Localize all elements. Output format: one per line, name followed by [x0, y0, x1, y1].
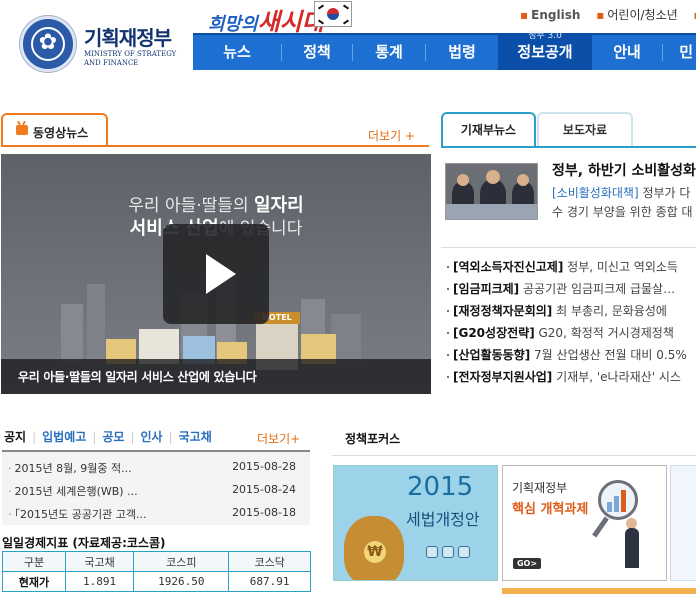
tab-legislation[interactable]: 입법예고: [42, 430, 86, 444]
tab-treasury-bonds[interactable]: 국고채: [179, 430, 212, 444]
table-row: 현재가 1.891 1926.50 687.91: [2, 571, 311, 592]
korea-flag-icon: [314, 1, 352, 27]
list-item[interactable]: [G20성장전략] G20, 확정적 거시경제정책: [447, 322, 696, 344]
nav-law[interactable]: 법령: [426, 35, 498, 70]
nav-civil[interactable]: 민: [663, 35, 693, 70]
list-item[interactable]: [산업활동동향] 7월 산업생산 전월 대비 0.5%: [447, 344, 696, 366]
nav-statistics[interactable]: 통계: [353, 35, 425, 70]
won-coin-icon: ₩: [364, 541, 386, 563]
table-header: 코스피: [133, 551, 230, 572]
tab-personnel[interactable]: 인사: [141, 430, 163, 444]
table-header: 국고채: [64, 551, 135, 572]
logo-english-name: MINISTRY OF STRATEGY AND FINANCE: [84, 50, 177, 67]
nav-news[interactable]: 뉴스: [193, 35, 281, 70]
tv-icon: [16, 125, 28, 135]
ministry-emblem-icon: ✿: [20, 16, 76, 72]
list-item[interactable]: [전자정부지원사업] 기재부, 'e나라재산' 시스: [447, 366, 696, 388]
top-news-title[interactable]: 정부, 하반기 소비활성화: [552, 160, 696, 180]
government-slogan: 희망의새시대: [208, 7, 324, 36]
list-item[interactable]: 「2015년도 공공기관 고객...2015-08-18: [8, 506, 304, 526]
ministry-logo[interactable]: ✿ 기획재정부 MINISTRY OF STRATEGY AND FINANCE: [20, 16, 190, 76]
tab-notice[interactable]: 공지: [4, 430, 26, 444]
english-link[interactable]: English: [531, 8, 580, 22]
gov30-label: 정부 3.0: [528, 31, 562, 41]
list-item[interactable]: 2015년 8월, 9월중 적...2015-08-28: [8, 460, 304, 480]
top-news-summary[interactable]: [소비활성화대책] 정부가 다 수 경기 부양을 위한 종합 대: [552, 184, 696, 222]
economic-index-title: 일일경제지표 (자료제공:코스콤): [2, 536, 166, 550]
nav-guide[interactable]: 안내: [592, 35, 662, 70]
tab-ministry-news[interactable]: 기재부뉴스: [441, 112, 536, 148]
kids-link[interactable]: 어린이/청소년: [607, 8, 677, 22]
list-item[interactable]: [역외소득자진신고제] 정부, 미신고 역외소득: [447, 256, 696, 278]
nav-info-disclosure[interactable]: 정부 3.0 정보공개: [498, 31, 592, 70]
video-caption[interactable]: 우리 아들·딸들의 일자리 서비스 산업에 있습니다: [1, 359, 431, 394]
tax-reform-banner[interactable]: 2015 세법개정안 ₩: [333, 465, 498, 581]
notice-tabs: 공지 | 입법예고 | 공모 | 인사 | 국고채: [4, 430, 212, 444]
tab-contest[interactable]: 공모: [102, 430, 124, 444]
logo-korean-name: 기획재정부: [84, 26, 172, 50]
news-thumbnail[interactable]: [445, 163, 538, 220]
video-more-link[interactable]: 더보기 +: [368, 127, 415, 144]
video-player[interactable]: 우리 아들·딸들의 일자리 서비스 산업에 있습니다 HOTEL 우리 아들·딸…: [1, 154, 431, 394]
person-icon: [458, 546, 470, 558]
video-news-tab[interactable]: 동영상뉴스: [1, 113, 108, 147]
main-navigation: 뉴스 정책 통계 법령 정부 3.0 정보공개 안내 민: [193, 31, 696, 70]
table-header: 코스닥: [228, 551, 311, 572]
partial-banner[interactable]: [670, 465, 696, 581]
core-reform-banner[interactable]: 기획재정부 핵심 개혁과제 GO>: [502, 465, 667, 581]
list-item[interactable]: 2015년 세계은행(WB) ...2015-08-24: [8, 483, 304, 503]
nav-policy[interactable]: 정책: [282, 35, 352, 70]
notice-more-link[interactable]: 더보기+: [257, 430, 300, 447]
list-item[interactable]: [재정정책자문회의] 최 부총리, 문화융성에: [447, 300, 696, 322]
policy-focus-title: 정책포커스: [345, 432, 401, 446]
list-item[interactable]: [임금피크제] 공공기관 임금피크제 급물살…: [447, 278, 696, 300]
utility-links: ▪English ▪어린이/청소년 ▪사이: [520, 8, 696, 22]
house-icon: [426, 546, 438, 558]
tab-press-release[interactable]: 보도자료: [537, 112, 633, 148]
notice-list: 2015년 8월, 9월중 적...2015-08-28 2015년 세계은행(…: [2, 450, 310, 525]
go-button[interactable]: GO>: [513, 558, 541, 569]
news-list: [역외소득자진신고제] 정부, 미신고 역외소득 [임금피크제] 공공기관 임금…: [447, 256, 696, 388]
cart-icon: [442, 546, 454, 558]
table-header: 구분: [2, 551, 66, 572]
play-button-icon[interactable]: [163, 224, 269, 324]
economic-index-table: 구분 국고채 코스피 코스닥 현재가 1.891 1926.50 687.91: [2, 551, 311, 592]
